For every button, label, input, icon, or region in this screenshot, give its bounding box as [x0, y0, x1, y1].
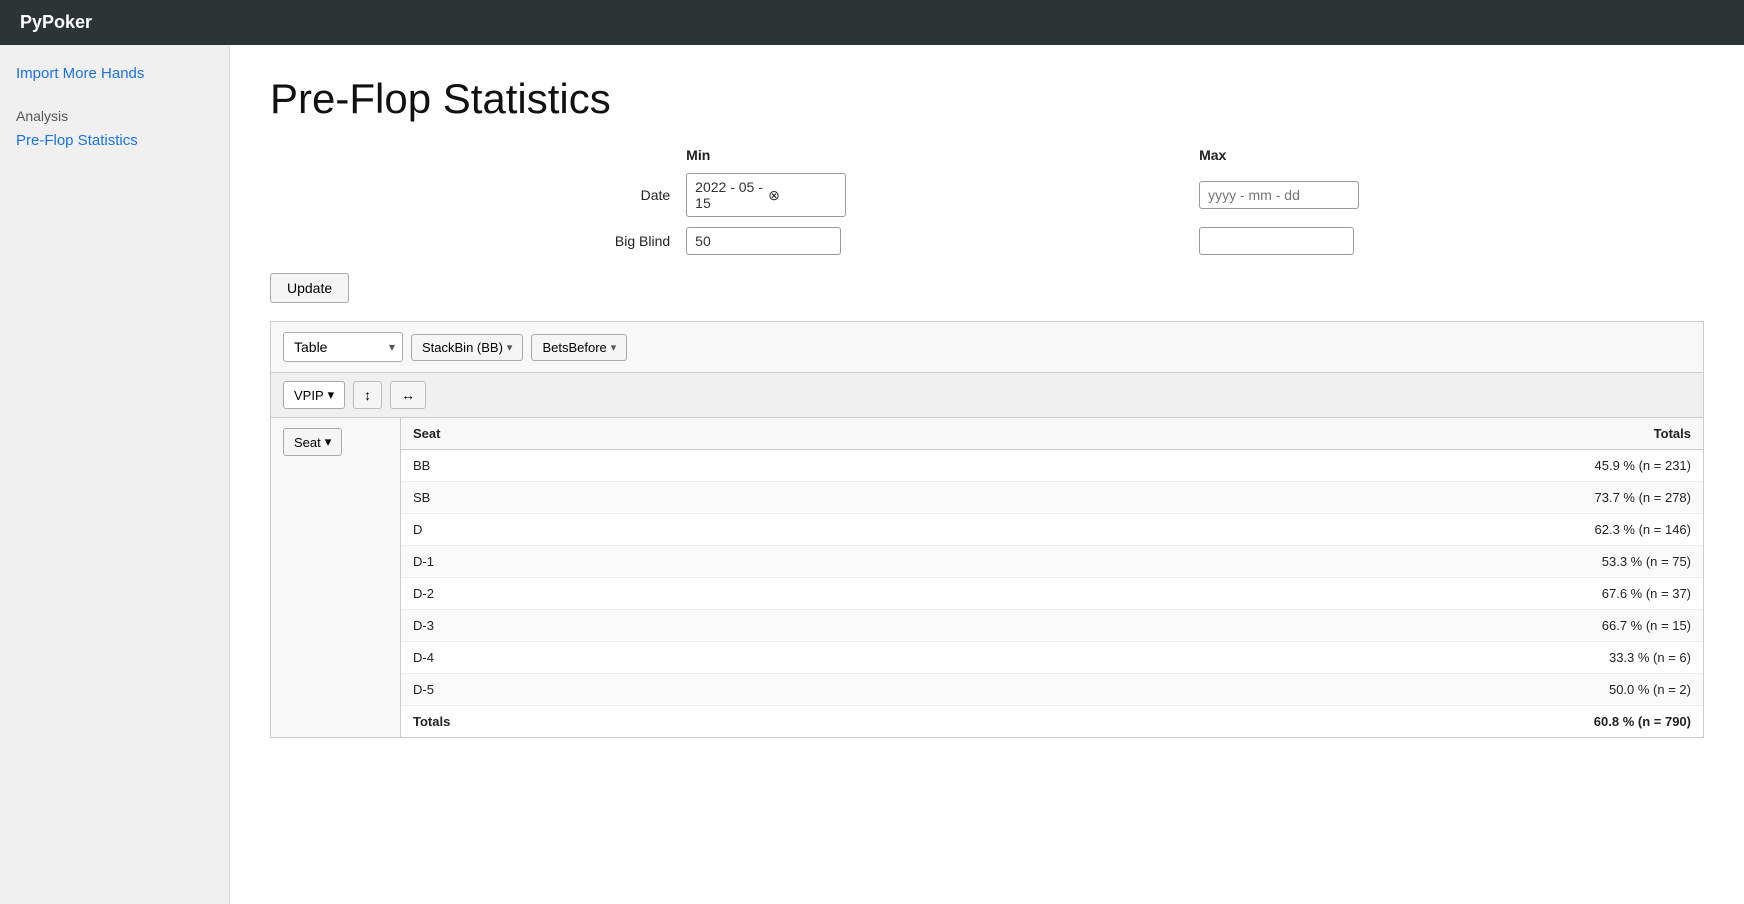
- table-row: Totals 60.8 % (n = 790): [401, 706, 1703, 738]
- betsbefore-arrow-icon: ▾: [611, 341, 617, 354]
- sidebar: Import More Hands Analysis Pre-Flop Stat…: [0, 45, 230, 904]
- stackbin-dropdown[interactable]: StackBin (BB) ▾: [411, 334, 523, 361]
- table-row: D 62.3 % (n = 146): [401, 514, 1703, 546]
- cell-totals: 66.7 % (n = 15): [838, 610, 1703, 642]
- table-row: D-4 33.3 % (n = 6): [401, 642, 1703, 674]
- cell-totals: 33.3 % (n = 6): [838, 642, 1703, 674]
- table-row: D-1 53.3 % (n = 75): [401, 546, 1703, 578]
- table-dropdown-wrapper: Table: [283, 332, 403, 362]
- big-blind-min-input[interactable]: [686, 227, 841, 255]
- betsbefore-label: BetsBefore: [542, 340, 606, 355]
- cell-seat: BB: [401, 450, 838, 482]
- date-min-value: 2022 - 05 - 15: [695, 179, 764, 211]
- cell-totals: 73.7 % (n = 278): [838, 482, 1703, 514]
- sort-horizontal-button[interactable]: ↔: [390, 381, 426, 409]
- seat-column: Seat ▾: [271, 418, 401, 737]
- seat-dropdown[interactable]: Seat ▾: [283, 428, 342, 456]
- app-title: PyPoker: [20, 12, 92, 32]
- col-header-seat: Seat: [401, 418, 838, 450]
- min-header: Min: [686, 147, 1191, 163]
- stackbin-arrow-icon: ▾: [507, 341, 513, 354]
- table-row: BB 45.9 % (n = 231): [401, 450, 1703, 482]
- date-label: Date: [270, 187, 678, 203]
- vpip-dropdown[interactable]: VPIP ▾: [283, 381, 345, 409]
- seat-label: Seat: [294, 435, 321, 450]
- main-content: Pre-Flop Statistics Min Max Date 2022 - …: [230, 45, 1744, 904]
- betsbefore-dropdown[interactable]: BetsBefore ▾: [531, 334, 627, 361]
- sort-vertical-button[interactable]: ↕: [353, 381, 382, 409]
- table-row: D-3 66.7 % (n = 15): [401, 610, 1703, 642]
- filter-grid: Min Max Date 2022 - 05 - 15 ⊗ Big Blind: [270, 147, 1704, 255]
- date-clear-icon[interactable]: ⊗: [768, 187, 837, 204]
- table-row: D-5 50.0 % (n = 2): [401, 674, 1703, 706]
- sidebar-item-preflop[interactable]: Pre-Flop Statistics: [16, 132, 213, 149]
- max-header: Max: [1199, 147, 1704, 163]
- app-title-bar: PyPoker: [0, 0, 1744, 45]
- cell-totals: 62.3 % (n = 146): [838, 514, 1703, 546]
- cell-seat: D-1: [401, 546, 838, 578]
- table-dropdown[interactable]: Table: [283, 332, 403, 362]
- dropdowns-row: Table StackBin (BB) ▾ BetsBefore ▾: [270, 321, 1704, 372]
- update-button[interactable]: Update: [270, 273, 349, 303]
- vpip-label: VPIP: [294, 388, 324, 403]
- cell-seat: D-2: [401, 578, 838, 610]
- col-header-totals: Totals: [838, 418, 1703, 450]
- cell-totals: 50.0 % (n = 2): [838, 674, 1703, 706]
- cell-seat: D-4: [401, 642, 838, 674]
- page-title: Pre-Flop Statistics: [270, 75, 1704, 123]
- date-min-input-wrapper: 2022 - 05 - 15 ⊗: [686, 173, 846, 217]
- cell-totals: 67.6 % (n = 37): [838, 578, 1703, 610]
- stats-table: Seat Totals BB 45.9 % (n = 231) SB 73.7 …: [401, 418, 1703, 737]
- sidebar-item-import[interactable]: Import More Hands: [16, 65, 213, 82]
- stackbin-label: StackBin (BB): [422, 340, 503, 355]
- cell-totals: 60.8 % (n = 790): [838, 706, 1703, 738]
- cell-seat: D: [401, 514, 838, 546]
- stats-table-container: Seat Totals BB 45.9 % (n = 231) SB 73.7 …: [401, 418, 1703, 737]
- vpip-arrow-icon: ▾: [328, 387, 335, 403]
- sidebar-item-analysis: Analysis: [16, 108, 213, 124]
- date-max-input[interactable]: [1199, 181, 1359, 209]
- big-blind-max-input[interactable]: [1199, 227, 1354, 255]
- cell-seat: D-3: [401, 610, 838, 642]
- data-table-area: Seat ▾ Seat Totals BB 45.9 % (n = 231): [270, 417, 1704, 738]
- seat-arrow-icon: ▾: [325, 434, 332, 450]
- cell-seat: Totals: [401, 706, 838, 738]
- vpip-row: VPIP ▾ ↕ ↔: [270, 372, 1704, 417]
- cell-seat: D-5: [401, 674, 838, 706]
- cell-totals: 53.3 % (n = 75): [838, 546, 1703, 578]
- table-row: SB 73.7 % (n = 278): [401, 482, 1703, 514]
- big-blind-label: Big Blind: [270, 233, 678, 249]
- table-row: D-2 67.6 % (n = 37): [401, 578, 1703, 610]
- cell-totals: 45.9 % (n = 231): [838, 450, 1703, 482]
- cell-seat: SB: [401, 482, 838, 514]
